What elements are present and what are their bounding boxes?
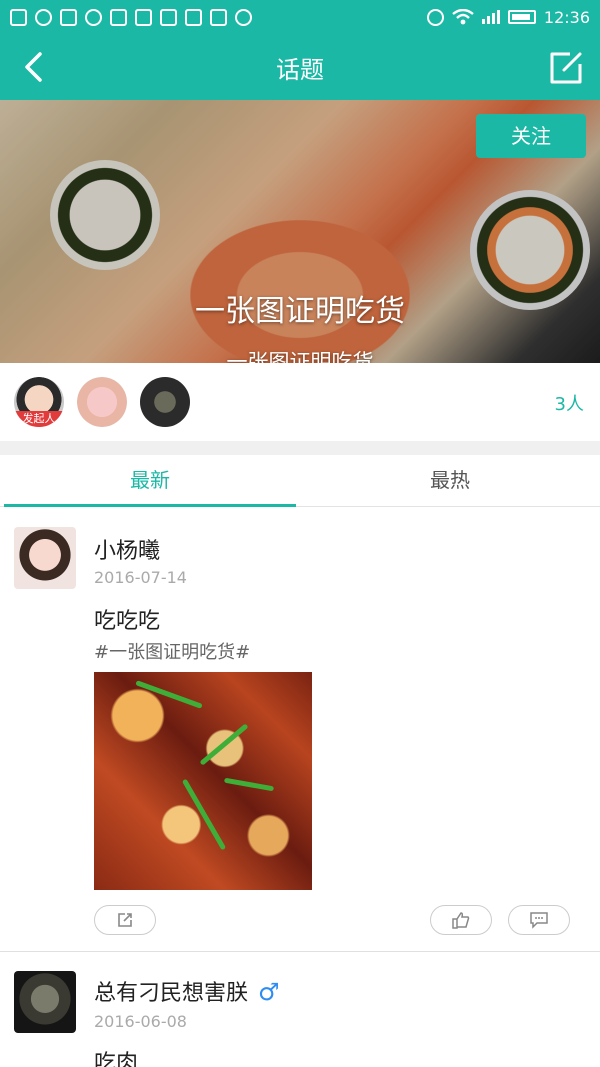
- map-icon: [160, 8, 177, 26]
- member-count[interactable]: 3人: [555, 390, 584, 416]
- alarm-icon: [426, 8, 444, 26]
- post-username[interactable]: 总有刁民想害朕 ♂: [94, 975, 280, 1007]
- post-divider: [0, 951, 600, 952]
- topic-subtitle: 一张图证明吃货: [226, 350, 374, 363]
- apps-icon: [185, 8, 202, 26]
- avatar[interactable]: [140, 377, 190, 427]
- share-button[interactable]: [94, 905, 156, 935]
- male-icon: ♂: [258, 978, 280, 1006]
- signal-icon: [481, 10, 500, 24]
- post-text: 吃肉: [94, 1051, 139, 1067]
- tab-bar: 最新 最热: [0, 455, 600, 507]
- post-image[interactable]: [94, 672, 312, 890]
- avatar[interactable]: [77, 377, 127, 427]
- avatar[interactable]: 发起人: [14, 377, 64, 427]
- comment-icon: [530, 912, 548, 929]
- tab-hottest[interactable]: 最热: [300, 455, 600, 506]
- section-divider: [0, 441, 600, 455]
- topic-title: 一张图证明吃货: [195, 294, 405, 329]
- comment-button[interactable]: [508, 905, 570, 935]
- initiator-badge: 发起人: [14, 411, 64, 427]
- topic-members: 发起人 3人: [0, 363, 600, 441]
- like-button[interactable]: [430, 905, 492, 935]
- calendar-icon: [110, 8, 127, 26]
- wifi-icon: [452, 9, 474, 25]
- post-username[interactable]: 小杨曦: [94, 533, 160, 565]
- wechat-icon: [85, 8, 102, 26]
- post-date: 2016-07-14: [94, 568, 187, 587]
- image-detail: [135, 680, 203, 709]
- status-bar: 12:36: [0, 0, 600, 34]
- tab-latest[interactable]: 最新: [0, 455, 300, 506]
- image-detail: [181, 778, 227, 851]
- topic-banner: 关注 一张图证明吃货 一张图证明吃货: [0, 100, 600, 363]
- system-icons: 12:36: [426, 7, 590, 27]
- app-bar: 话题: [0, 34, 600, 100]
- chevron-left-icon[interactable]: [18, 50, 52, 84]
- post-avatar[interactable]: [14, 527, 76, 589]
- image-detail: [223, 777, 275, 792]
- follow-button[interactable]: 关注: [476, 114, 586, 158]
- qq-icon: [35, 8, 52, 26]
- image-detail: [199, 723, 249, 766]
- page-title: 话题: [276, 55, 324, 84]
- trash-icon: [60, 8, 77, 26]
- share-icon: [118, 913, 132, 927]
- like-icon: [452, 912, 470, 929]
- post-topic-tag[interactable]: #一张图证明吃货#: [94, 638, 250, 664]
- post-avatar[interactable]: [14, 971, 76, 1033]
- post-list: 小杨曦 2016-07-14 吃吃吃 #一张图证明吃货# 总有刁民想害朕 ♂ 20…: [0, 507, 600, 1067]
- post-text: 吃吃吃: [94, 609, 161, 634]
- edit-icon[interactable]: [546, 48, 586, 88]
- battery-icon: [507, 10, 536, 24]
- more-icon: [235, 8, 252, 26]
- friend-icon: [10, 8, 27, 26]
- clock: 12:36: [543, 7, 590, 27]
- notification-icons: [10, 8, 252, 26]
- message-icon: [210, 8, 227, 26]
- post-date: 2016-06-08: [94, 1012, 187, 1031]
- gallery-icon: [135, 8, 152, 26]
- post-username-text: 总有刁民想害朕: [94, 981, 249, 1006]
